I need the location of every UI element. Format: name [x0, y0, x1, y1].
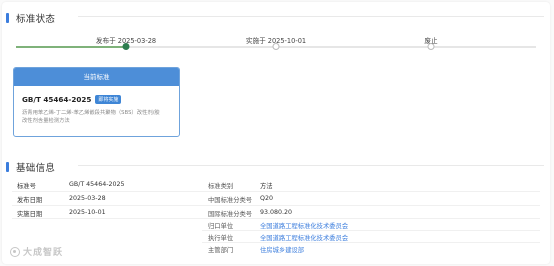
section-divider [78, 16, 544, 17]
timeline-implemented-dot [272, 43, 280, 50]
standard-name: 沥青用苯乙烯-丁二烯-苯乙烯嵌段共聚物（SBS）改性剂/胶 改性剂含量检测方法 [22, 109, 171, 125]
info-label: 发布日期 [17, 197, 43, 204]
info-value: 2025-03-28 [69, 195, 106, 202]
row-divider [12, 218, 540, 219]
info-value: 方法 [260, 183, 273, 190]
row-divider [202, 230, 540, 231]
current-standard-card[interactable]: 当前标准 GB/T 45464-2025 即将实施 沥青用苯乙烯-丁二烯-苯乙烯… [13, 67, 180, 137]
info-label: 主管部门 [208, 247, 234, 254]
info-value: 2025-10-01 [69, 209, 106, 216]
standard-name-line: 沥青用苯乙烯-丁二烯-苯乙烯嵌段共聚物（SBS）改性剂/胶 [22, 110, 160, 116]
row-divider [12, 205, 540, 206]
standard-code: GB/T 45464-2025 [22, 95, 92, 104]
info-value: Q20 [260, 195, 273, 202]
watermark: 大成智跃 [10, 245, 63, 258]
info-label: 实施日期 [17, 211, 43, 218]
status-section-header: 标准状态 [6, 11, 55, 25]
authority-department-link[interactable]: 住房城乡建设部 [260, 245, 304, 254]
watermark-logo-icon [10, 246, 20, 257]
timeline-published-dot [122, 43, 130, 50]
standard-name-line: 改性剂含量检测方法 [22, 118, 70, 124]
info-value: 93.080.20 [260, 209, 293, 216]
section-accent-bar [6, 162, 9, 172]
info-label: 标准号 [17, 183, 36, 190]
section-accent-bar [6, 13, 9, 23]
info-label: 执行单位 [208, 235, 234, 242]
current-standard-header: 当前标准 [14, 68, 179, 86]
timeline-progress [16, 46, 126, 48]
info-label: 标准类别 [208, 183, 234, 190]
status-badge: 即将实施 [95, 95, 122, 104]
row-divider [202, 242, 540, 243]
info-label: 国际标准分类号 [208, 211, 253, 218]
executing-unit-link[interactable]: 全国道路工程标准化技术委员会 [260, 233, 348, 242]
timeline-abolished-dot [427, 43, 435, 50]
info-label: 归口单位 [208, 223, 234, 230]
section-divider [78, 165, 544, 166]
info-value: GB/T 45464-2025 [69, 181, 125, 188]
status-section-title: 标准状态 [16, 14, 56, 25]
basic-section-title: 基础信息 [16, 163, 56, 174]
basic-section-header: 基础信息 [6, 160, 55, 174]
row-divider [12, 191, 540, 192]
watermark-text: 大成智跃 [23, 248, 64, 258]
responsible-unit-link[interactable]: 全国道路工程标准化技术委员会 [260, 221, 348, 230]
info-label: 中国标准分类号 [208, 197, 253, 204]
standard-detail-panel: 标准状态 发布于 2025-03-28 实施于 2025-10-01 废止 当前… [2, 2, 550, 264]
